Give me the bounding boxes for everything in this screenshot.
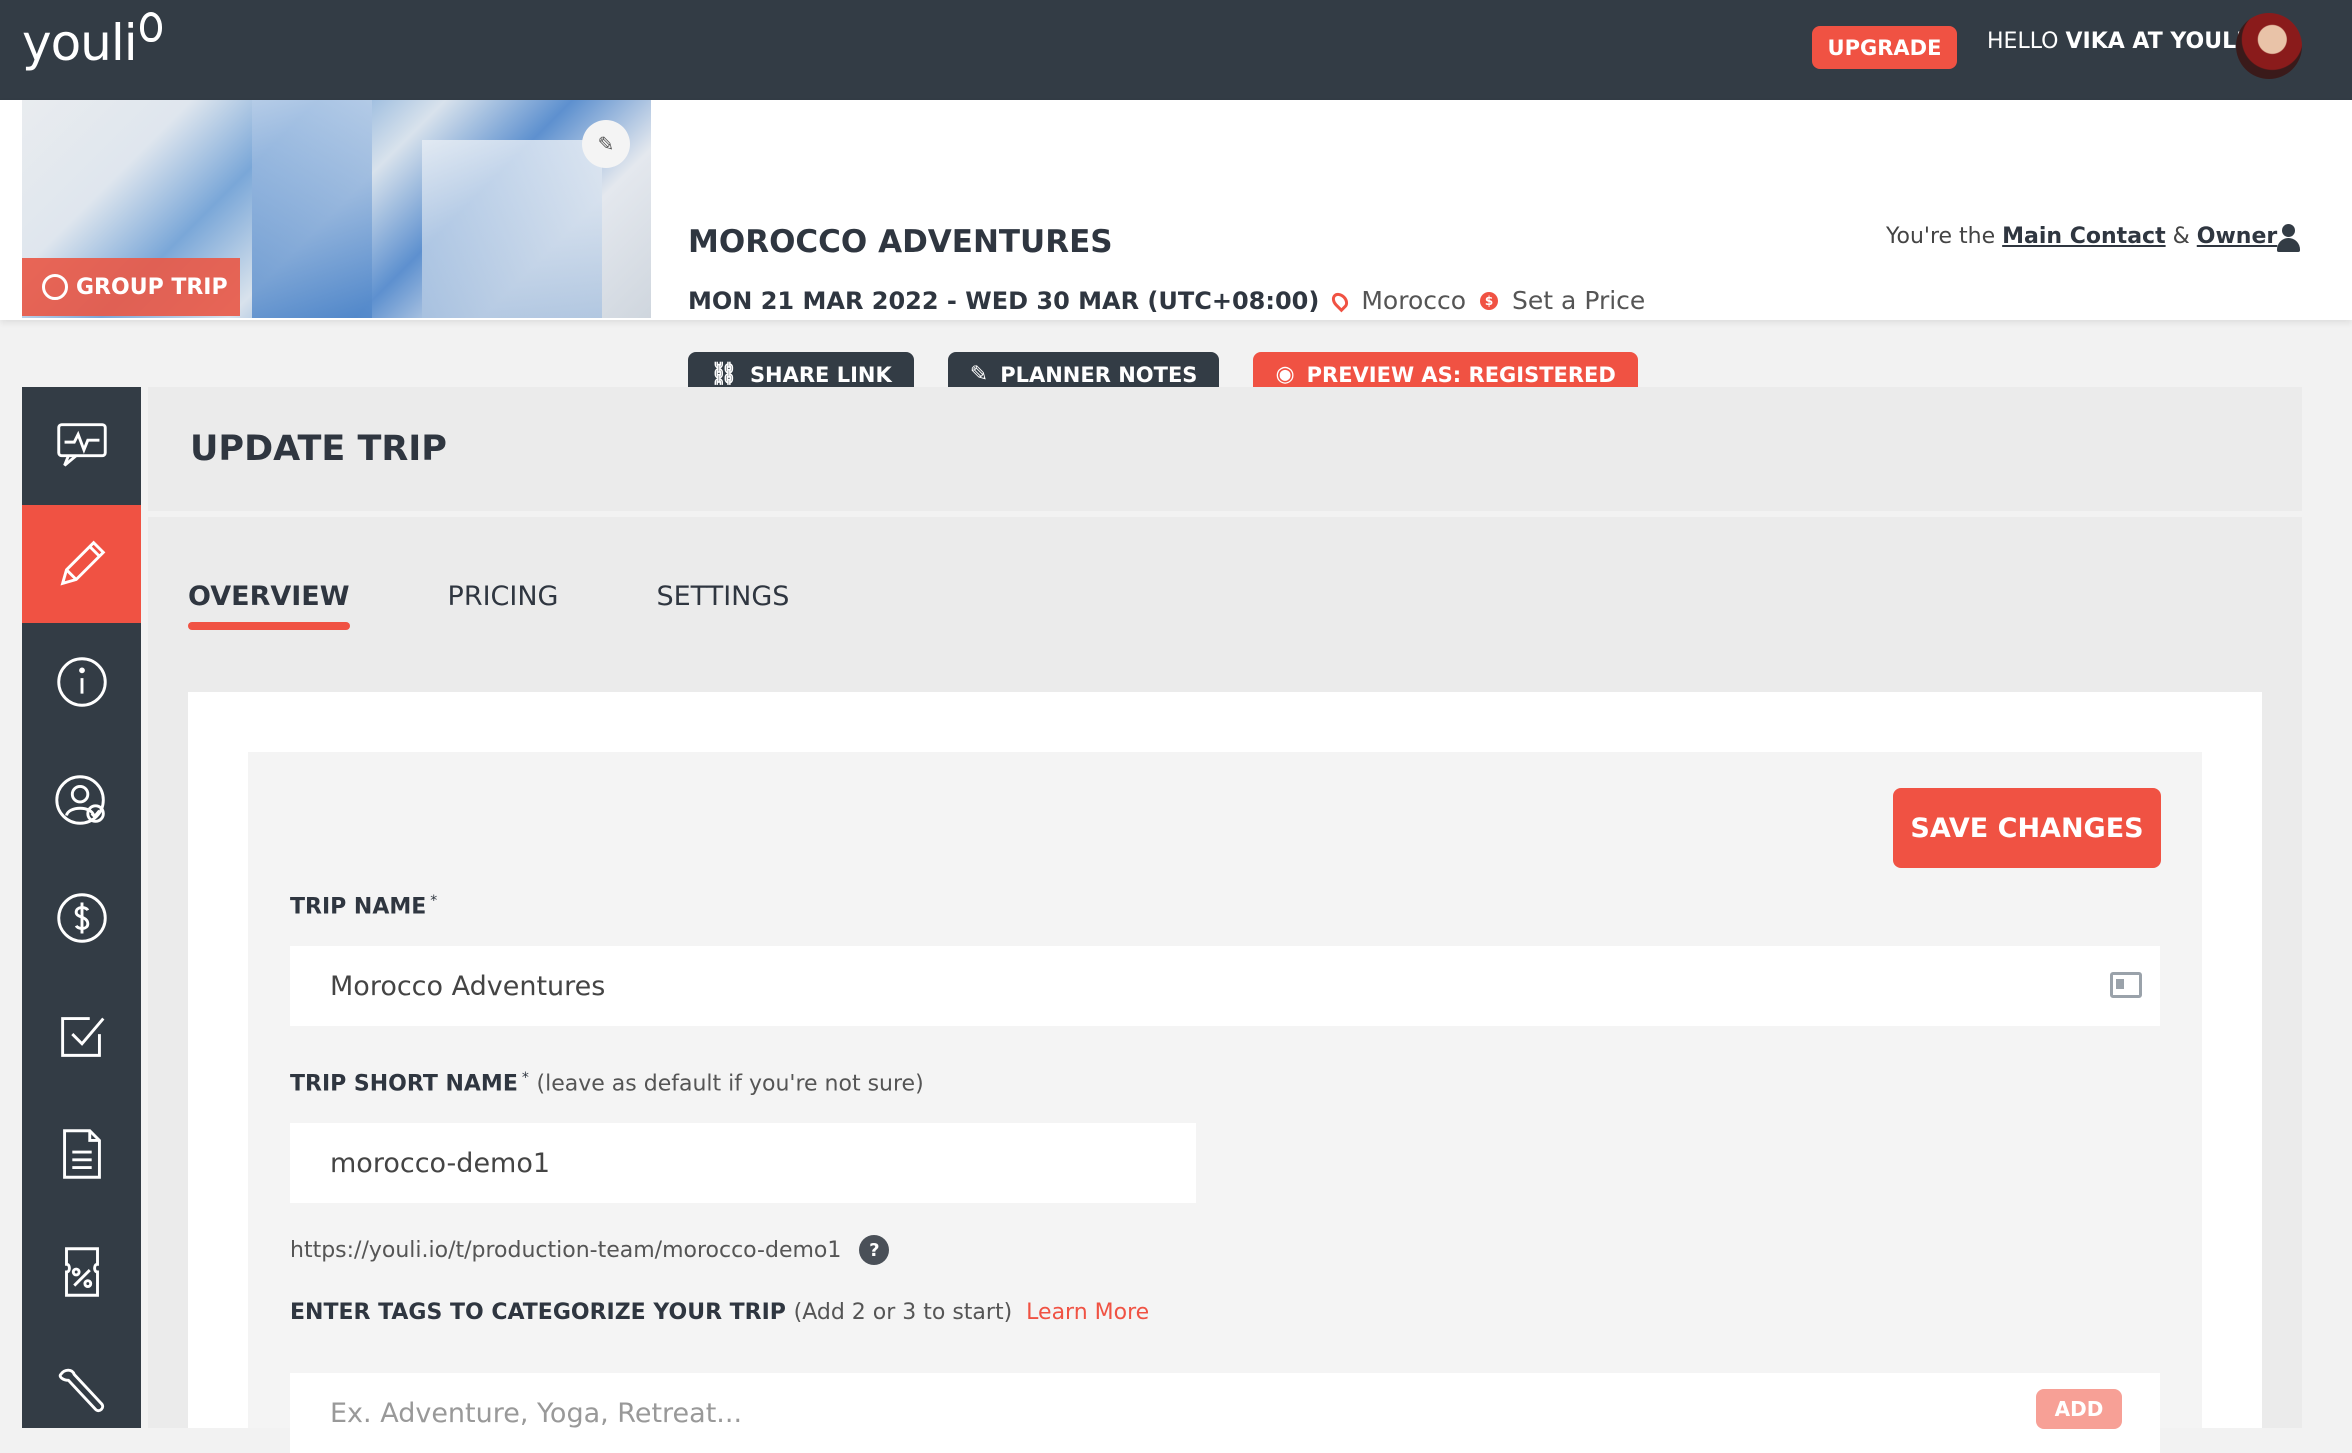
required-mark: *: [521, 1070, 529, 1086]
group-trip-label: GROUP TRIP: [76, 274, 228, 300]
tags-label: ENTER TAGS TO CATEGORIZE YOUR TRIP (Add …: [290, 1300, 1149, 1325]
tags-placeholder: Ex. Adventure, Yoga, Retreat...: [330, 1397, 743, 1429]
price-icon: $: [1480, 291, 1499, 310]
top-navbar: youli UPGRADE HELLO VIKA AT YOULI: [0, 0, 2352, 100]
greeting-prefix: HELLO: [1987, 29, 2066, 54]
add-tag-button[interactable]: ADD: [2036, 1389, 2122, 1429]
avatar[interactable]: [2236, 13, 2302, 79]
user-check-icon: [54, 775, 105, 825]
required-mark: *: [430, 893, 438, 909]
wrench-icon: [58, 1368, 104, 1413]
sidebar-item-edit[interactable]: [22, 505, 141, 623]
youli-logo[interactable]: youli: [22, 14, 138, 72]
user-greeting[interactable]: HELLO VIKA AT YOULI: [1987, 29, 2244, 54]
activity-chat-icon: [56, 423, 107, 467]
user-icon[interactable]: [2276, 224, 2300, 252]
sidebar-item-pricing[interactable]: [22, 859, 141, 977]
short-name-input[interactable]: morocco-demo1: [290, 1123, 1196, 1203]
dollar-icon: [56, 893, 107, 943]
help-icon[interactable]: ?: [859, 1235, 890, 1265]
document-icon: [62, 1129, 101, 1179]
image-wall-shape: [252, 100, 372, 318]
form-panel: SAVE CHANGES TRIP NAME * Morocco Adventur…: [188, 692, 2262, 1453]
sidebar-item-info[interactable]: [22, 623, 141, 741]
trip-url: https://youli.io/t/production-team/moroc…: [290, 1237, 842, 1263]
pencil-icon: ✎: [597, 132, 615, 156]
trip-dates: MON 21 MAR 2022 - WED 30 MAR (UTC+08:00): [688, 286, 1320, 315]
balloon-icon: [140, 12, 162, 42]
user-icon-head: [2282, 224, 2295, 237]
sidebar-item-coupons[interactable]: [22, 1213, 141, 1331]
id-card-icon: [2110, 972, 2142, 998]
contact-amp: &: [2165, 224, 2197, 249]
tab-bar: OVERVIEW PRICING SETTINGS: [188, 581, 789, 630]
sidebar-item-tools[interactable]: [22, 1331, 141, 1449]
trip-name-label: TRIP NAME *: [290, 893, 437, 919]
edit-image-button[interactable]: ✎: [582, 120, 630, 168]
short-name-label-text: TRIP SHORT NAME: [290, 1071, 518, 1097]
group-trip-badge: GROUP TRIP: [22, 258, 240, 316]
trip-name-label-text: TRIP NAME: [290, 894, 427, 920]
contact-prefix: You're the: [1886, 224, 2003, 249]
short-name-hint: (leave as default if you're not sure): [536, 1071, 924, 1097]
main-contact-link[interactable]: Main Contact: [2002, 224, 2165, 249]
trip-url-line: https://youli.io/t/production-team/moroc…: [290, 1235, 890, 1265]
location-pin-icon: [1329, 289, 1352, 312]
tab-settings[interactable]: SETTINGS: [656, 581, 789, 630]
sidebar-item-attendees[interactable]: [22, 741, 141, 859]
trip-name-value: Morocco Adventures: [330, 970, 606, 1002]
trip-location[interactable]: Morocco: [1361, 286, 1466, 315]
trip-title: MOROCCO ADVENTURES: [688, 224, 1113, 260]
short-name-label: TRIP SHORT NAME * (leave as default if yo…: [290, 1070, 924, 1096]
owner-link[interactable]: Owner: [2197, 224, 2277, 249]
form-container: SAVE CHANGES TRIP NAME * Morocco Adventur…: [248, 752, 2202, 1453]
upgrade-button[interactable]: UPGRADE: [1812, 26, 1957, 69]
short-name-value: morocco-demo1: [330, 1147, 551, 1179]
link-icon: ⛓: [710, 362, 738, 387]
planner-notes-label: PLANNER NOTES: [1000, 362, 1198, 387]
trip-name-input[interactable]: Morocco Adventures: [290, 946, 2160, 1026]
page-header: UPDATE TRIP: [148, 387, 2302, 511]
tags-hint: (Add 2 or 3 to start): [793, 1300, 1013, 1325]
share-link-label: SHARE LINK: [749, 362, 892, 387]
save-changes-button[interactable]: SAVE CHANGES: [1893, 788, 2161, 868]
learn-more-link[interactable]: Learn More: [1026, 1300, 1149, 1325]
user-icon-body: [2277, 238, 2300, 252]
pencil-icon: [60, 540, 105, 586]
info-icon: [56, 657, 107, 707]
image-wall-shape: [422, 140, 602, 318]
eye-icon: ◉: [1275, 362, 1295, 387]
sidebar-item-tasks[interactable]: [22, 977, 141, 1095]
sidebar-item-activity[interactable]: [22, 387, 141, 505]
group-icon: [42, 274, 68, 300]
main-content: OVERVIEW PRICING SETTINGS SAVE CHANGES T…: [148, 517, 2302, 1453]
trip-header: MOROCCO ADVENTURES MON 21 MAR 2022 - WED…: [0, 100, 2352, 397]
trip-meta: MON 21 MAR 2022 - WED 30 MAR (UTC+08:00)…: [688, 286, 1645, 315]
pencil-icon: ✎: [969, 362, 989, 387]
coupon-icon: [64, 1247, 99, 1297]
set-price-link[interactable]: Set a Price: [1512, 286, 1645, 315]
contact-info: You're the Main Contact & Owner: [1886, 224, 2277, 249]
greeting-user: VIKA AT YOULI: [2065, 29, 2245, 54]
tags-label-text: ENTER TAGS TO CATEGORIZE YOUR TRIP: [290, 1300, 786, 1325]
tab-overview[interactable]: OVERVIEW: [188, 581, 350, 630]
checkbox-icon: [60, 1017, 104, 1057]
page-title: UPDATE TRIP: [190, 429, 447, 469]
tab-pricing[interactable]: PRICING: [448, 581, 559, 630]
preview-as-label: PREVIEW AS: REGISTERED: [1306, 362, 1616, 387]
sidebar: [22, 387, 141, 1428]
sidebar-item-documents[interactable]: [22, 1095, 141, 1213]
tags-input[interactable]: Ex. Adventure, Yoga, Retreat... ADD: [290, 1373, 2160, 1453]
